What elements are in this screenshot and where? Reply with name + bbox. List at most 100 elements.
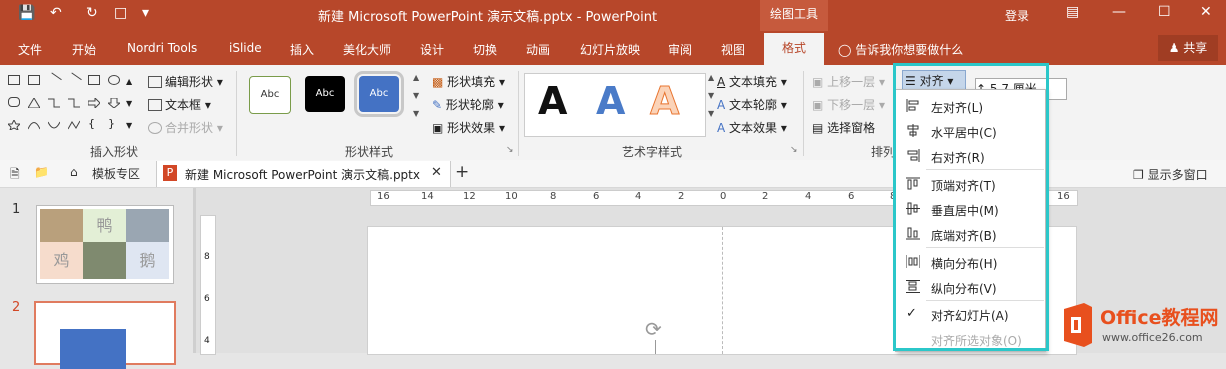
gallery-more-icon[interactable]: ▼ xyxy=(126,121,138,131)
shape-triangle-icon[interactable] xyxy=(27,97,41,109)
swan-image xyxy=(126,209,169,242)
shape-effects-button[interactable]: ▣ 形状效果 ▾ xyxy=(432,119,505,136)
gallery-scroll-up-icon[interactable]: ▲ xyxy=(126,77,138,87)
center-guide xyxy=(722,227,723,354)
tell-me-search[interactable]: ◯ 告诉我你想要做什么 xyxy=(838,41,963,58)
shape-down-arrow-icon[interactable] xyxy=(106,97,122,109)
group-divider xyxy=(236,71,237,156)
text-outline-icon: A xyxy=(717,98,726,112)
lightbulb-icon: ◯ xyxy=(838,43,856,57)
shape-curve-icon[interactable] xyxy=(27,119,41,130)
rotate-handle-stem xyxy=(655,340,656,354)
shape-line-icon[interactable] xyxy=(46,72,62,88)
highlight-frame xyxy=(893,63,1049,351)
shape-rectangle-icon[interactable] xyxy=(88,75,100,85)
shape-arc-icon[interactable] xyxy=(47,119,61,129)
tab-format[interactable]: 格式 xyxy=(764,33,824,65)
slide-thumbnail-2[interactable] xyxy=(34,301,176,369)
wordart-preset-blue[interactable]: A xyxy=(596,79,625,123)
text-box-icon xyxy=(148,99,162,111)
tab-review[interactable]: 审阅 xyxy=(668,41,692,58)
shape-freeform-icon[interactable] xyxy=(67,119,81,130)
dialog-launcher-icon[interactable]: ↘ xyxy=(506,145,514,155)
send-backward-button[interactable]: ▣ 下移一层 ▾ xyxy=(812,96,885,113)
merge-shapes-button[interactable]: 合并形状 ▾ xyxy=(148,119,223,136)
text-outline-button[interactable]: A 文本轮廓 ▾ xyxy=(717,96,787,113)
minimize-icon[interactable]: — xyxy=(1112,4,1126,20)
text-fill-icon: A xyxy=(717,75,726,89)
style-gallery-scroll-icon[interactable]: ▲ ▼ ▼ xyxy=(413,73,419,118)
tab-animations[interactable]: 动画 xyxy=(526,41,550,58)
rotate-handle-icon[interactable]: ⟳ xyxy=(645,317,662,341)
slideshow-icon[interactable]: □ xyxy=(114,5,127,21)
new-tab-icon[interactable]: + xyxy=(455,162,469,182)
selection-pane-icon: ▤ xyxy=(812,121,824,135)
ruler-label: 4 xyxy=(204,336,210,346)
tab-beautify[interactable]: 美化大师 xyxy=(343,41,391,58)
shape-rounded-rect-icon[interactable] xyxy=(8,97,20,107)
text-effects-icon: A xyxy=(717,121,726,135)
edit-shape-button[interactable]: 编辑形状 ▾ xyxy=(148,73,223,90)
shape-outline-button[interactable]: ✎ 形状轮廓 ▾ xyxy=(432,96,504,113)
style-preset-blue[interactable]: Abc xyxy=(354,71,404,117)
selection-pane-button[interactable]: ▤ 选择窗格 xyxy=(812,119,875,136)
doctab-template[interactable]: 模板专区 xyxy=(92,165,140,182)
shape-textbox-icon[interactable] xyxy=(8,75,20,85)
tab-insert[interactable]: 插入 xyxy=(290,41,314,58)
ruler-label: 0 xyxy=(720,191,727,202)
share-button[interactable]: ♟ 共享 xyxy=(1158,35,1218,61)
tab-view[interactable]: 视图 xyxy=(721,41,745,58)
shape-elbow2-icon[interactable] xyxy=(68,97,80,108)
wordart-preset-black[interactable]: A xyxy=(538,79,567,123)
text-outline-label: 文本轮廓 xyxy=(729,98,778,112)
text-fill-button[interactable]: A 文本填充 ▾ xyxy=(717,73,787,90)
tab-slideshow[interactable]: 幻灯片放映 xyxy=(580,41,640,58)
slide-number: 1 xyxy=(12,202,21,217)
shape-brace-left-icon[interactable]: { xyxy=(88,118,100,129)
multi-window-button[interactable]: ❐ 显示多窗口 xyxy=(1133,166,1208,183)
qat-customize-icon[interactable]: ▾ xyxy=(142,5,149,21)
powerpoint-icon: P xyxy=(163,165,177,181)
undo-icon[interactable]: ↶ xyxy=(50,5,62,21)
dialog-launcher-icon[interactable]: ↘ xyxy=(790,145,798,155)
home-icon[interactable]: ⌂ xyxy=(70,165,78,179)
tab-home[interactable]: 开始 xyxy=(72,41,96,58)
gallery-scroll-down-icon[interactable]: ▼ xyxy=(126,99,138,109)
doctab-document[interactable]: P 新建 Microsoft PowerPoint 演示文稿.pptx ✕ xyxy=(156,161,451,187)
new-file-icon[interactable]: 🗎 xyxy=(10,165,20,186)
tab-islide[interactable]: iSlide xyxy=(229,41,262,55)
close-icon[interactable]: ✕ xyxy=(1200,4,1212,20)
pen-icon: ✎ xyxy=(432,98,443,112)
shape-elbow-icon[interactable] xyxy=(48,97,60,108)
style-preset-black[interactable]: Abc xyxy=(305,76,345,112)
folder-icon[interactable]: 📁 xyxy=(34,165,49,179)
shape-oval-icon[interactable] xyxy=(108,75,120,85)
style-preset-white[interactable]: Abc xyxy=(249,76,291,114)
tab-file[interactable]: 文件 xyxy=(18,41,42,58)
shape-brace-right-icon[interactable]: } xyxy=(108,118,120,129)
shape-arrow-line-icon[interactable] xyxy=(66,72,82,88)
tab-design[interactable]: 设计 xyxy=(420,41,444,58)
text-box-button[interactable]: 文本框 ▾ xyxy=(148,96,211,113)
shape-star-icon[interactable] xyxy=(6,118,22,131)
ruler-label: 8 xyxy=(204,252,210,262)
text-effects-button[interactable]: A 文本效果 ▾ xyxy=(717,119,787,136)
redo-icon[interactable]: ↻ xyxy=(86,5,98,21)
shape-right-arrow-icon[interactable] xyxy=(87,96,101,110)
slide-thumbnail-1[interactable]: 鸭 鸡 鹅 xyxy=(36,205,174,284)
merge-shapes-icon xyxy=(148,122,162,134)
tab-transitions[interactable]: 切换 xyxy=(473,41,497,58)
doctab-close-icon[interactable]: ✕ xyxy=(431,165,442,180)
ribbon-display-icon[interactable]: ▤ xyxy=(1066,4,1079,20)
maximize-icon[interactable]: ☐ xyxy=(1158,4,1171,20)
shape-fill-button[interactable]: ▩ 形状填充 ▾ xyxy=(432,73,505,90)
bring-forward-button[interactable]: ▣ 上移一层 ▾ xyxy=(812,73,885,90)
tab-nordri[interactable]: Nordri Tools xyxy=(127,41,197,55)
login-link[interactable]: 登录 xyxy=(1005,7,1029,24)
group-divider xyxy=(518,71,519,156)
shape-vtextbox-icon[interactable] xyxy=(28,75,40,85)
wordart-gallery-scroll-icon[interactable]: ▲ ▼ ▼ xyxy=(708,73,714,118)
save-icon[interactable]: 💾 xyxy=(18,5,35,21)
wordart-preset-orange[interactable]: A xyxy=(649,79,679,124)
shape-gallery[interactable]: { } ▲ ▼ ▼ xyxy=(6,72,134,141)
